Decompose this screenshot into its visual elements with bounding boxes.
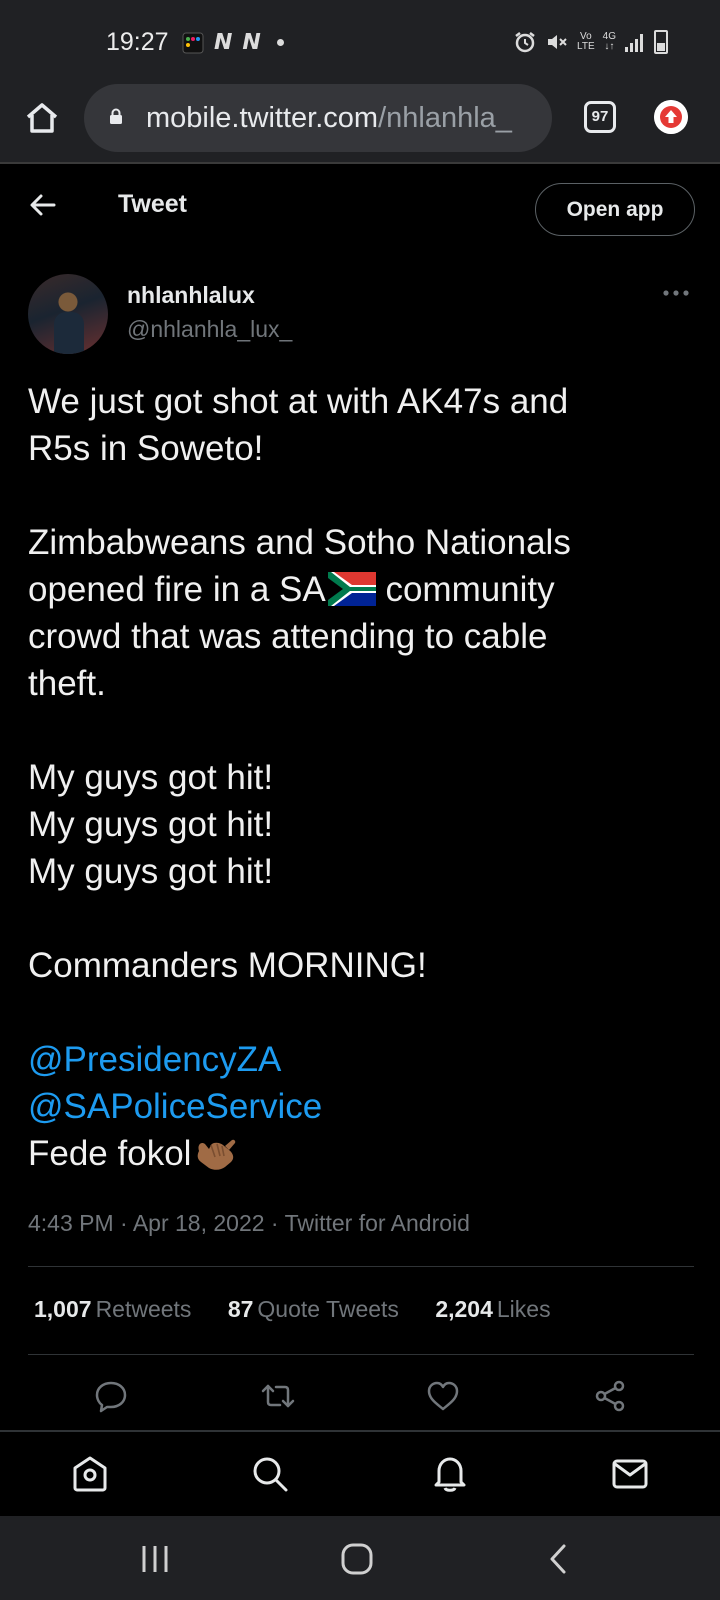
author-name[interactable]: nhlanhlalux [127,282,255,309]
tweet-line: My guys got hit! [28,758,274,797]
tweet-text: We just got shot at with AK47s and R5s i… [28,378,688,1177]
dot-icon [276,39,284,46]
n-icon: 𝙉 [242,30,261,55]
url-bar[interactable]: mobile.twitter.com/nhlanhla_ [84,84,552,152]
tweet-actions [0,1370,720,1426]
tweet-line: Zimbabweans and Sotho Nationals [28,523,571,562]
search-tab-icon[interactable] [250,1454,290,1494]
tweet-line: theft. [28,664,106,703]
recent-apps-icon[interactable] [138,1542,172,1576]
retweet-icon[interactable] [260,1378,296,1414]
media-app-icon [182,32,204,53]
signal-icon [625,34,643,52]
tweet-header: Tweet Open app [0,166,720,250]
back-arrow-icon[interactable] [28,190,58,220]
avatar[interactable] [28,274,108,354]
mention-link[interactable]: @SAPoliceService [28,1083,688,1130]
mute-icon [548,35,567,49]
tweet-stats: 1,007 Retweets 87 Quote Tweets 2,204 Likes [34,1296,581,1323]
author-handle[interactable]: @nhlanhla_lux_ [127,316,292,343]
retweets-count: 1,007 [34,1296,92,1322]
tweet-line: We just got shot at with AK47s and [28,382,569,421]
home-nav-icon[interactable] [340,1542,374,1576]
tweet-line: My guys got hit! [28,852,274,891]
tweet-source: Twitter for Android [284,1210,470,1236]
tweet-date[interactable]: Apr 18, 2022 [133,1210,265,1236]
tweet-time[interactable]: 4:43 PM [28,1210,114,1236]
battery-icon [654,30,668,54]
tweet-line: Commanders MORNING! [28,946,427,985]
status-left-icons: 𝙉 𝙉 [182,30,284,55]
mention-link[interactable]: @PresidencyZA [28,1036,688,1083]
tweet-line: Fede fokol [28,1130,688,1177]
back-nav-icon[interactable] [542,1542,576,1576]
tweet-segment: Fede fokol [28,1134,192,1173]
like-icon[interactable] [425,1378,461,1414]
tweet-line: opened fire in a SA community [28,566,688,613]
url-path: /nhlanhla_ [378,102,512,134]
4g-icon: 4G ↓↑ [602,31,616,52]
home-icon[interactable] [22,98,62,138]
retweets-stat[interactable]: 1,007 Retweets [34,1296,191,1323]
home-tab-icon[interactable] [70,1454,110,1494]
url-text[interactable]: mobile.twitter.com/nhlanhla_ [146,102,542,135]
reply-icon[interactable] [93,1378,129,1414]
quotes-label: Quote Tweets [257,1296,399,1322]
share-icon[interactable] [592,1378,628,1414]
retweets-label: Retweets [95,1296,192,1322]
tweet-segment: community [375,570,555,609]
volte-icon: Vo LTE [577,31,595,52]
alarm-icon [515,32,535,53]
quotes-stat[interactable]: 87 Quote Tweets [228,1296,399,1323]
tweet-line: R5s in Soweto! [28,429,264,468]
meta-separator: · [113,1210,133,1236]
more-options-icon[interactable] [662,288,690,298]
divider [28,1354,694,1355]
status-time: 19:27 [106,28,169,56]
tab-switcher-button[interactable]: 97 [584,101,616,133]
meta-separator: · [264,1210,285,1236]
call-me-hand-icon [198,1139,236,1170]
likes-stat[interactable]: 2,204 Likes [435,1296,550,1323]
tweet-segment: opened fire in a SA [28,570,326,609]
quotes-count: 87 [227,1296,254,1322]
n-icon: 𝙉 [214,30,233,55]
page-title: Tweet [118,190,187,218]
url-host: mobile.twitter.com [146,102,379,134]
south-africa-flag-icon [327,572,376,606]
status-right-icons: Vo LTE 4G ↓↑ [513,30,668,54]
notifications-tab-icon[interactable] [430,1454,470,1494]
bottom-tab-bar [0,1430,720,1516]
likes-count: 2,204 [435,1296,493,1322]
tweet-meta: 4:43 PM · Apr 18, 2022 · Twitter for And… [28,1210,470,1237]
browser-toolbar: mobile.twitter.com/nhlanhla_ 97 [0,84,720,164]
messages-tab-icon[interactable] [610,1454,650,1494]
system-nav-bar [0,1516,720,1600]
lock-icon [110,108,122,124]
update-icon[interactable] [654,100,688,134]
status-bar: 19:27 𝙉 𝙉 Vo LTE 4G ↓↑ [0,0,720,84]
tweet-line: crowd that was attending to cable [28,617,548,656]
tweet-line: My guys got hit! [28,805,274,844]
divider [28,1266,694,1267]
likes-label: Likes [496,1296,551,1322]
open-app-button[interactable]: Open app [535,183,695,236]
